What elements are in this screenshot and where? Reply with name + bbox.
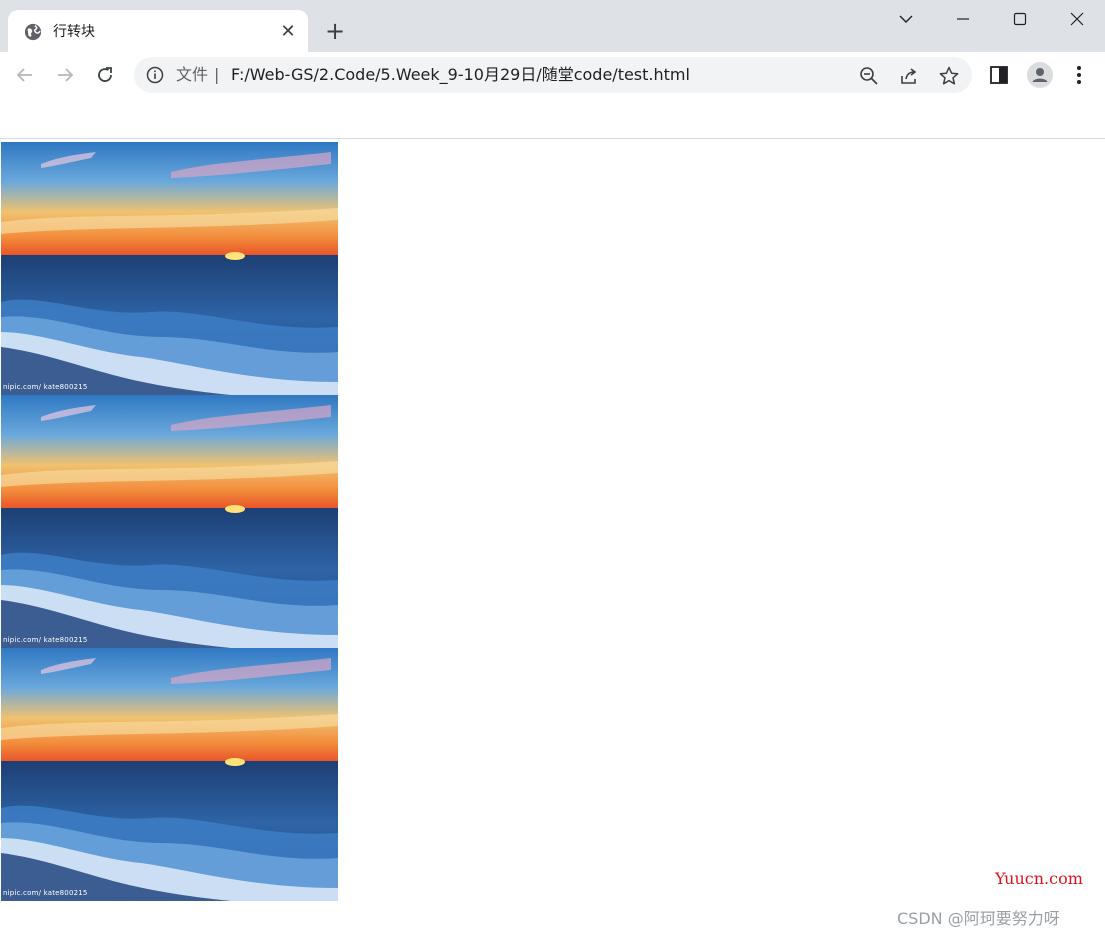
image-watermark: nipic.com/ kate800215 bbox=[3, 889, 88, 897]
image-stack: nipic.com/ kate800215 nipic.com/ kate800… bbox=[1, 142, 338, 901]
minimize-button[interactable] bbox=[943, 6, 983, 32]
close-icon bbox=[1070, 12, 1084, 26]
sunset-beach-image: nipic.com/ kate800215 bbox=[1, 395, 338, 648]
csdn-watermark: CSDN @阿珂要努力呀 bbox=[897, 909, 1060, 928]
image-watermark: nipic.com/ kate800215 bbox=[3, 636, 88, 644]
sunset-beach-image: nipic.com/ kate800215 bbox=[1, 648, 338, 901]
reload-icon bbox=[98, 67, 112, 82]
yuucn-watermark: Yuucn.com bbox=[995, 869, 1083, 888]
side-panel-icon[interactable] bbox=[986, 62, 1012, 88]
globe-icon bbox=[24, 23, 42, 41]
back-button[interactable] bbox=[12, 62, 38, 88]
url-text[interactable]: F:/Web-GS/2.Code/5.Week_9-10月29日/随堂code/… bbox=[231, 65, 690, 85]
close-icon[interactable]: ✕ bbox=[278, 22, 298, 42]
browser-toolbar: 文件 | F:/Web-GS/2.Code/5.Week_9-10月29日/随堂… bbox=[0, 52, 1105, 98]
menu-kebab-icon[interactable] bbox=[1066, 62, 1092, 88]
maximize-button[interactable] bbox=[1000, 6, 1040, 32]
profile-avatar-icon[interactable] bbox=[1027, 62, 1053, 88]
sunset-beach-image: nipic.com/ kate800215 bbox=[1, 142, 338, 395]
chevron-down-icon bbox=[899, 15, 913, 23]
reload-button[interactable] bbox=[92, 62, 118, 88]
maximize-icon bbox=[1013, 12, 1027, 26]
arrow-right-icon bbox=[58, 68, 74, 82]
info-icon[interactable] bbox=[146, 66, 164, 84]
tab-title: 行转块 bbox=[53, 24, 95, 40]
address-bar[interactable]: 文件 | F:/Web-GS/2.Code/5.Week_9-10月29日/随堂… bbox=[134, 57, 972, 93]
image-watermark: nipic.com/ kate800215 bbox=[3, 383, 88, 391]
new-tab-button[interactable]: + bbox=[322, 18, 348, 44]
tab-active[interactable]: 行转块 ✕ bbox=[8, 10, 308, 52]
toolbar-divider bbox=[0, 138, 1105, 139]
scheme-label: 文件 bbox=[176, 65, 209, 84]
tab-search-button[interactable] bbox=[886, 6, 926, 32]
forward-button[interactable] bbox=[52, 62, 78, 88]
tab-strip: 行转块 ✕ + bbox=[0, 0, 1105, 52]
minimize-icon bbox=[957, 18, 969, 20]
scheme-separator: | bbox=[214, 65, 220, 84]
bookmark-star-icon[interactable] bbox=[938, 65, 960, 87]
arrow-left-icon bbox=[16, 68, 32, 82]
zoom-out-icon[interactable] bbox=[858, 65, 880, 87]
window-close-button[interactable] bbox=[1057, 6, 1097, 32]
share-icon[interactable] bbox=[898, 65, 920, 87]
